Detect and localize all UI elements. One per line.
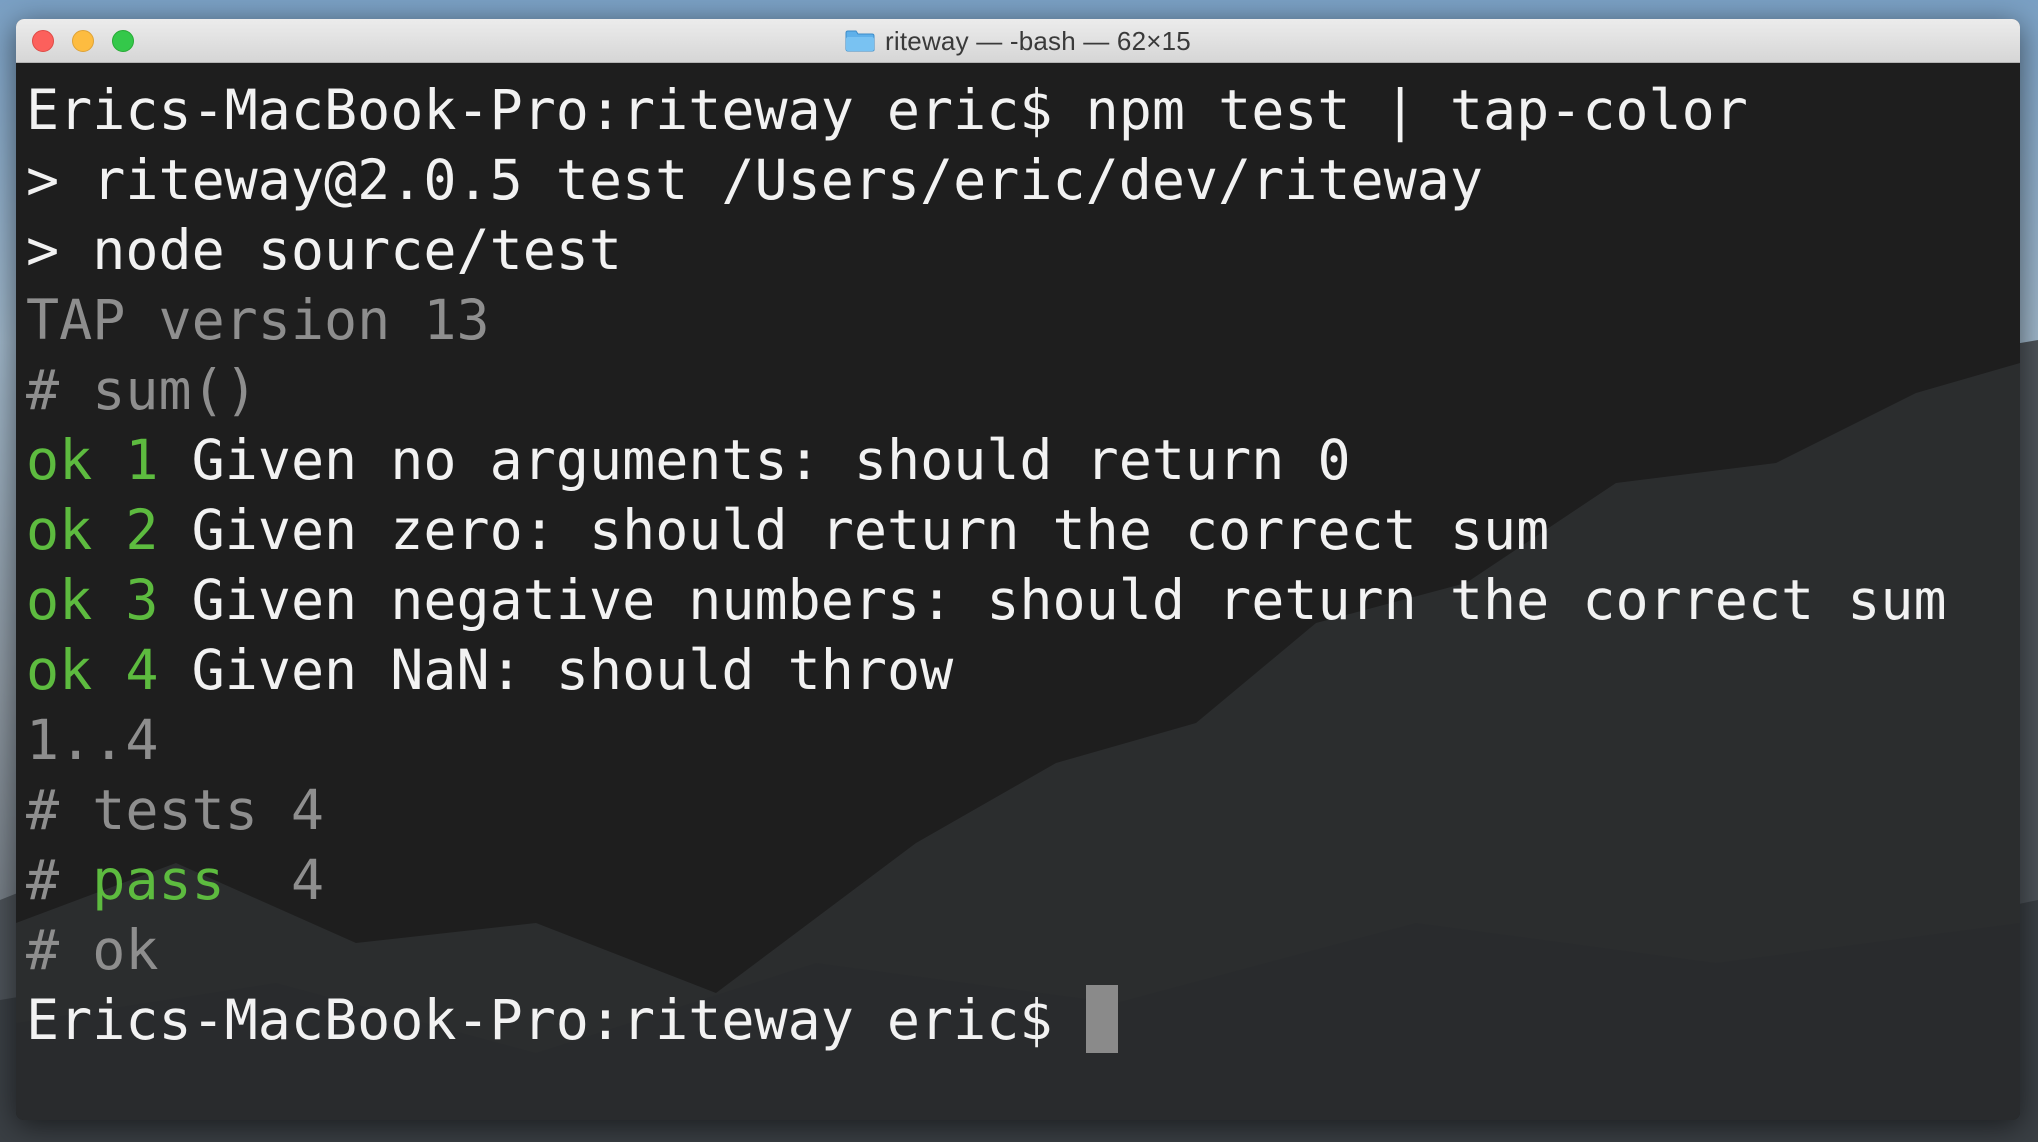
summary-pass-hash: # (26, 848, 60, 912)
result-description: Given negative numbers: should return th… (191, 568, 1947, 632)
npm-script-line: > riteway@2.0.5 test /Users/eric/dev/rit… (26, 148, 1483, 212)
summary-pass: # pass 4 (26, 845, 2020, 915)
result-status: ok (26, 638, 93, 702)
npm-script-command: > node source/test (26, 218, 623, 282)
folder-icon (845, 30, 875, 52)
window-title: riteway — -bash — 62×15 (885, 25, 1191, 56)
title-bar[interactable]: riteway — -bash — 62×15 (16, 19, 2020, 63)
shell-prompt: Erics-MacBook-Pro:riteway eric$ (26, 78, 1053, 142)
test-plan: 1..4 (26, 708, 159, 772)
terminal-content[interactable]: Erics-MacBook-Pro:riteway eric$ npm test… (16, 63, 2020, 1120)
result-status: ok (26, 428, 93, 492)
result-number: 2 (125, 498, 159, 562)
result-number: 3 (125, 568, 159, 632)
result-status: ok (26, 498, 93, 562)
terminal-window: riteway — -bash — 62×15 Erics-MacBook-Pr… (16, 19, 2020, 1120)
test-result: ok 2 Given zero: should return the corre… (26, 495, 2020, 565)
test-result: ok 3 Given negative numbers: should retu… (26, 565, 2020, 635)
result-description: Given NaN: should throw (191, 638, 954, 702)
summary-ok: # ok (26, 918, 159, 982)
summary-pass-label: pass (92, 848, 225, 912)
final-shell-prompt: Erics-MacBook-Pro:riteway eric$ (26, 988, 1053, 1052)
summary-tests-hash: # (26, 778, 60, 842)
result-status: ok (26, 568, 93, 632)
summary-pass-count: 4 (290, 848, 325, 912)
shell-command: npm test | tap-color (1085, 78, 1748, 142)
command-line: Erics-MacBook-Pro:riteway eric$ npm test… (26, 75, 2020, 145)
text-cursor[interactable] (1085, 985, 1118, 1053)
result-number: 1 (125, 428, 159, 492)
final-prompt-line[interactable]: Erics-MacBook-Pro:riteway eric$ (26, 985, 2020, 1055)
terminal-output: Erics-MacBook-Pro:riteway eric$ npm test… (26, 75, 2020, 1055)
result-description: Given zero: should return the correct su… (191, 498, 1550, 562)
tap-version: TAP version 13 (26, 288, 490, 352)
test-result: ok 1 Given no arguments: should return 0 (26, 425, 2020, 495)
result-description: Given no arguments: should return 0 (191, 428, 1351, 492)
summary-tests-text: tests 4 (92, 778, 325, 842)
summary-tests: # tests 4 (26, 775, 2020, 845)
test-result: ok 4 Given NaN: should throw (26, 635, 2020, 705)
window-title-group: riteway — -bash — 62×15 (16, 19, 2020, 63)
suite-header: # sum() (26, 358, 258, 422)
result-number: 4 (125, 638, 159, 702)
